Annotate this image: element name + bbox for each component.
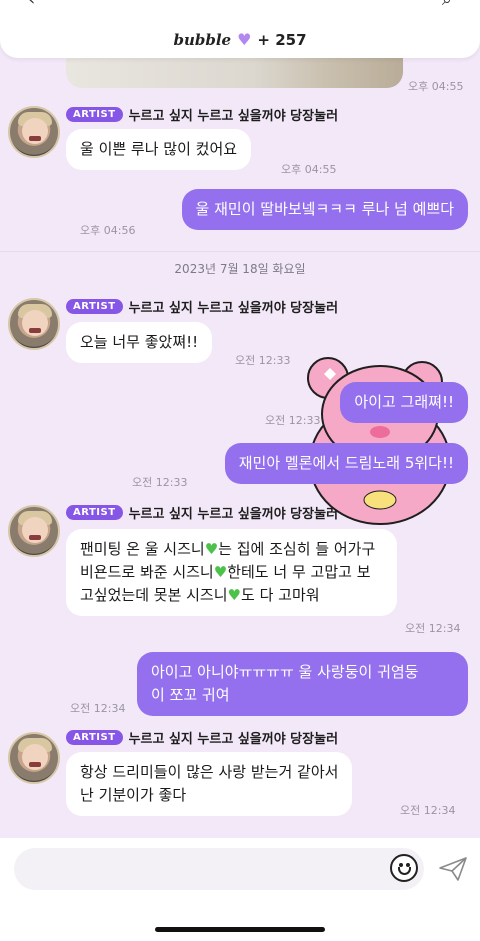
green-heart-icon: ♥ bbox=[213, 563, 228, 581]
timestamp: 오후 04:55 bbox=[408, 80, 464, 93]
date-separator: 2023년 7월 18일 화요일 bbox=[0, 251, 480, 277]
artist-header: ARTIST 누르고 싶지 누르고 싶을꺼야 당장눌러 bbox=[66, 503, 338, 522]
timestamp: 오전 12:34 bbox=[70, 702, 126, 715]
timestamp: 오전 12:34 bbox=[405, 622, 461, 635]
artist-message-bubble: 오늘 너무 좋았쪄!! bbox=[66, 322, 213, 363]
artist-name: 누르고 싶지 누르고 싶을꺼야 당장눌러 bbox=[128, 109, 339, 124]
artist-badge: ARTIST bbox=[66, 730, 123, 745]
back-arrow-icon[interactable]: ‹ bbox=[28, 0, 35, 10]
artist-name: 누르고 싶지 누르고 싶을꺼야 당장눌러 bbox=[128, 732, 339, 747]
artist-badge: ARTIST bbox=[66, 505, 123, 520]
timestamp: 오전 12:34 bbox=[400, 804, 456, 817]
bubble-brand: bubble ♥ + 257 bbox=[0, 30, 480, 49]
artist-message-bubble: 울 이쁜 루나 많이 컸어요 bbox=[66, 129, 252, 170]
artist-message-bubble: 팬미팅 온 울 시즈니♥는 집에 조심히 들 어가구 비욘드로 봐준 시즈니♥한… bbox=[66, 529, 397, 616]
my-message-bubble: 아이고 그래쪄!! bbox=[340, 382, 468, 423]
artist-badge: ARTIST bbox=[66, 107, 123, 122]
artist-badge: ARTIST bbox=[66, 299, 123, 314]
timestamp: 오전 12:33 bbox=[132, 476, 188, 489]
timestamp: 오후 04:55 bbox=[281, 163, 337, 176]
artist-message-bubble: 항상 드리미들이 많은 사랑 받는거 같아서 난 기분이가 좋다 bbox=[66, 752, 353, 816]
home-indicator bbox=[155, 927, 325, 932]
artist-name: 누르고 싶지 누르고 싶을꺼야 당장눌러 bbox=[128, 301, 339, 316]
artist-avatar[interactable] bbox=[8, 298, 60, 350]
artist-avatar[interactable] bbox=[8, 106, 60, 158]
paper-plane-icon[interactable] bbox=[438, 856, 468, 882]
artist-header: ARTIST 누르고 싶지 누르고 싶을꺼야 당장눌러 bbox=[66, 728, 338, 747]
green-heart-icon: ♥ bbox=[227, 586, 241, 604]
bear-sticker-icon bbox=[307, 357, 451, 525]
green-heart-icon: ♥ bbox=[204, 540, 219, 558]
timestamp: 오전 12:33 bbox=[235, 354, 291, 367]
my-message-bubble: 울 재민이 딸바보넼ㅋㅋㅋ 루나 넘 예쁘다 bbox=[181, 189, 468, 230]
artist-header: ARTIST 누르고 싶지 누르고 싶을꺼야 당장눌러 bbox=[66, 297, 338, 316]
smile-icon[interactable] bbox=[390, 854, 418, 882]
artist-header: ARTIST 누르고 싶지 누르고 싶을꺼야 당장눌러 bbox=[66, 105, 338, 124]
bubble-logo: bubble bbox=[173, 30, 232, 49]
my-message-bubble: 재민아 멜론에서 드림노래 5위다!! bbox=[224, 443, 468, 484]
message-input[interactable] bbox=[14, 848, 424, 890]
top-cut-off-row: ‹ ⌕ bbox=[0, 0, 480, 10]
bubble-count: + 257 bbox=[257, 30, 307, 49]
artist-avatar[interactable] bbox=[8, 505, 60, 557]
my-message-bubble: 아이고 아니야ㅠㅠㅠㅠ 울 사랑둥이 귀염둥 이 쪼꼬 귀여 bbox=[137, 652, 468, 716]
message-input-area bbox=[0, 838, 480, 941]
top-bar: ‹ ⌕ bubble ♥ + 257 bbox=[0, 0, 480, 58]
purple-heart-icon: ♥ bbox=[237, 30, 252, 49]
artist-avatar[interactable] bbox=[8, 732, 60, 784]
search-icon[interactable]: ⌕ bbox=[442, 0, 452, 10]
timestamp: 오후 04:56 bbox=[80, 224, 136, 237]
